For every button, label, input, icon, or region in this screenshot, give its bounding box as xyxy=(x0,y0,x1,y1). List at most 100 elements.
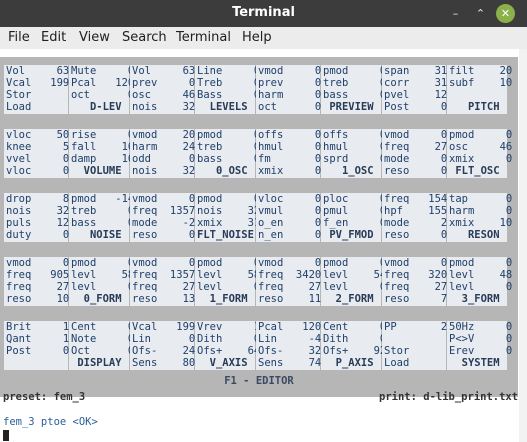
param-line xyxy=(6,357,68,369)
param-cell: PP 2 Stor Load xyxy=(382,321,447,370)
param-line: levl 48 xyxy=(449,269,513,281)
param-cell: vmod 0 freq 320 freq 27 reso 7 xyxy=(382,257,448,306)
param-line: xmix 31 xyxy=(197,217,261,229)
print-status: print: d-lib_print.txt xyxy=(379,391,519,403)
param-line: levl 0 xyxy=(71,281,135,293)
param-line: 3_FORM xyxy=(449,293,500,305)
param-line: odd 0 xyxy=(132,153,196,165)
param-line: Vcal 199 xyxy=(6,77,70,89)
param-cell: pmod 0 treb 0 bass 0 0_OSC xyxy=(195,129,261,178)
param-line: vvel 0 xyxy=(6,153,70,165)
param-line: Oct 0 xyxy=(71,345,135,357)
param-line: corr 31 xyxy=(384,77,448,89)
menu-help[interactable]: Help xyxy=(242,30,272,45)
param-line: Cent 0 xyxy=(71,321,135,333)
param-line: freq 27 xyxy=(132,281,196,293)
param-line: bass 0 xyxy=(197,153,261,165)
param-line: Vcal 199 xyxy=(132,321,196,333)
param-line: puls 12 xyxy=(6,217,70,229)
preset-status: preset: fem_3 xyxy=(3,391,86,403)
param-line: offs 0 xyxy=(258,129,322,141)
param-cell: vmod 0 freq 1357 mode -2 reso 0 xyxy=(130,193,196,242)
param-line: Vol 63 xyxy=(132,65,196,77)
param-cell: vmod 0 freq 27 mode 0 reso 0 xyxy=(382,129,448,178)
param-line: pmod 0 xyxy=(323,65,387,77)
title-bar: Terminal – ⌃ ✕ xyxy=(0,0,527,27)
param-cell: vloc 0 vmul 0 o_en 0 n_en 0 xyxy=(256,193,322,242)
param-line: vmul 0 xyxy=(258,205,322,217)
close-icon[interactable]: ✕ xyxy=(496,4,515,23)
param-line: hpf 155 xyxy=(384,205,448,217)
menu-view[interactable]: View xyxy=(79,30,110,45)
param-line: FLT_OSC xyxy=(449,165,500,177)
param-cell: Vol 63 prev 0 osc 46 nois 32 xyxy=(130,65,196,114)
param-line: Stor xyxy=(384,345,410,357)
param-line: oct 0 xyxy=(71,89,135,101)
param-line: reso 11 xyxy=(258,293,322,305)
param-cell: Vrev 1 Dith 0 Ofs+ 64 V_AXIS xyxy=(195,321,261,370)
param-line: freq 27 xyxy=(258,281,322,293)
param-line: Ofs+ 92 xyxy=(323,345,387,357)
param-line: vmod 0 xyxy=(6,257,70,269)
param-line: pmod -14 xyxy=(71,193,135,205)
param-line: levl 54 xyxy=(323,269,387,281)
param-line: vloc 0 xyxy=(258,193,322,205)
param-cell: ploc 0 pmul 0 f_en 0 PV_FMOD xyxy=(321,193,387,242)
param-line: fm 0 xyxy=(258,153,322,165)
param-line: pmul 0 xyxy=(323,205,387,217)
menu-terminal[interactable]: Terminal xyxy=(176,30,231,45)
param-cell: span 31 corr 31 pvel 12 Post 0 xyxy=(382,65,448,114)
param-line: osc 46 xyxy=(449,141,513,153)
param-line: Stor xyxy=(6,89,32,101)
param-line: freq 1357 xyxy=(132,269,196,281)
param-line: nois 32 xyxy=(132,101,196,113)
param-line: NOISE xyxy=(71,229,122,241)
terminal-area[interactable]: Vol 63 Vcal 199 Stor Load Mute 0 Pcal 120 oct … xyxy=(0,49,527,442)
param-cell: offs 0 hmul 0 sprd 0 1_OSC xyxy=(321,129,386,178)
param-line: Dith 0 xyxy=(323,333,387,345)
param-line: P_AXIS xyxy=(323,357,374,369)
param-line: Mute 0 xyxy=(71,65,135,77)
param-line: freq 27 xyxy=(6,281,70,293)
param-line: Note 0 xyxy=(71,333,135,345)
param-line: Dith 0 xyxy=(197,333,261,345)
param-line: DISPLAY xyxy=(71,357,122,369)
scrollbar[interactable] xyxy=(519,49,527,442)
param-line: freq 1357 xyxy=(132,205,196,217)
param-line: pvel 12 xyxy=(384,89,448,101)
param-line: Post 0 xyxy=(6,345,70,357)
param-line: bass 0 xyxy=(71,217,135,229)
param-line: span 31 xyxy=(384,65,448,77)
param-line: freq 27 xyxy=(384,281,448,293)
param-line: n_en 0 xyxy=(258,229,322,241)
maximize-icon[interactable]: ⌃ xyxy=(471,4,490,23)
param-line: levl 0 xyxy=(449,281,513,293)
param-line: Ofs- 24 xyxy=(132,345,196,357)
param-line: Pcal 120 xyxy=(71,77,135,89)
param-cell: Cent 0 Note 0 Oct 0 DISPLAY xyxy=(69,321,135,370)
param-cell: rise 0 fall 16 damp 16 VOLUME xyxy=(69,129,134,178)
menu-search[interactable]: Search xyxy=(122,30,167,45)
param-line: Lin 0 xyxy=(132,333,196,345)
param-cell: Brit 1 Qant 1 Post 0 xyxy=(4,321,70,370)
minimize-icon[interactable]: – xyxy=(446,4,465,23)
param-line: reso 0 xyxy=(384,229,448,241)
param-line: freq 27 xyxy=(384,141,448,153)
param-cell: Line 0 Treb 0 Bass 0 LEVELS xyxy=(195,65,260,114)
param-line: D-LEV xyxy=(71,101,122,113)
param-line: treb 0 xyxy=(197,141,261,153)
param-line: levl 0 xyxy=(197,281,261,293)
param-line: 2_FORM xyxy=(323,293,374,305)
param-cell: pmod 0 levl 48 levl 0 3_FORM xyxy=(447,257,513,306)
menu-edit[interactable]: Edit xyxy=(41,30,66,45)
param-line: treb 0 xyxy=(323,77,387,89)
param-cell: pmod 0 levl 58 levl 0 0_FORM xyxy=(69,257,135,306)
param-line: reso 0 xyxy=(132,229,196,241)
param-line: vmod 0 xyxy=(258,257,322,269)
param-line: PREVIEW xyxy=(323,101,374,113)
param-line: FLT_NOISE xyxy=(197,229,254,241)
menu-file[interactable]: File xyxy=(8,30,30,45)
menu-bar: File Edit View Search Terminal Help xyxy=(0,27,527,49)
param-line: drop 8 xyxy=(6,193,70,205)
param-line: harm 24 xyxy=(132,141,196,153)
